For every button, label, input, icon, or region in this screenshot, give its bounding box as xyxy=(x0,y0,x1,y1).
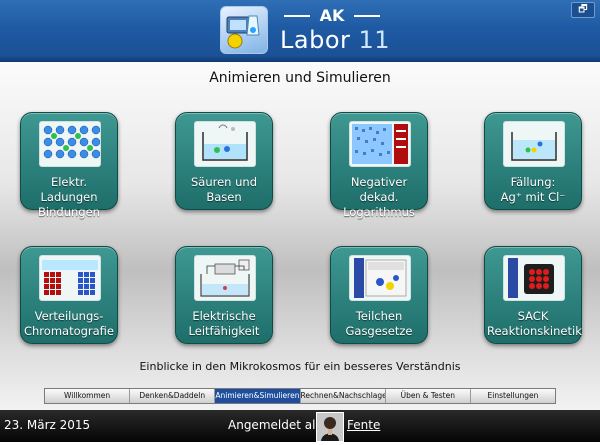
tile-label-line-2: Bindungen xyxy=(38,205,100,219)
app-logo-icon xyxy=(220,6,268,54)
tile-label-line-2: Leitfähigkeit xyxy=(188,324,260,338)
chromatography-icon xyxy=(39,255,101,301)
tile-label-line-1: SACK xyxy=(517,309,549,323)
reaction-kinetics-icon xyxy=(503,255,565,301)
tile-sack-reaktionskinetik[interactable]: SACK Reaktionskinetik xyxy=(484,246,582,344)
tile-label: Elektr. Ladungen Bindungen xyxy=(23,175,115,220)
beaker-icon xyxy=(194,121,256,167)
bottom-tab-bar: Willkommen Denken&Daddeln Animieren&Simu… xyxy=(44,388,556,404)
tile-label-line-1: Elektrische xyxy=(192,309,256,323)
tile-negativer-logarithmus[interactable]: Negativer dekad. Logarithmus xyxy=(330,112,428,219)
tile-label: Säuren und Basen xyxy=(178,175,270,205)
precipitation-icon xyxy=(503,121,565,167)
tile-label-line-2: Basen xyxy=(206,190,242,204)
logo-ak-text: AK xyxy=(282,6,382,25)
logo-version: 11 xyxy=(358,26,391,54)
tagline: Einblicke in den Mikrokosmos für ein bes… xyxy=(139,360,461,373)
tile-verteilungs-chromatografie[interactable]: Verteilungs- Chromatografie xyxy=(20,246,118,344)
tile-label-line-1: Negativer dekad. xyxy=(350,175,408,204)
tab-einstellungen[interactable]: Einstellungen xyxy=(471,389,555,403)
tile-saeuren-basen[interactable]: Säuren und Basen xyxy=(175,112,273,210)
tile-label-line-1: Teilchen xyxy=(355,309,403,323)
tile-label-line-2: Chromatografie xyxy=(23,324,115,338)
gas-particles-icon xyxy=(349,255,411,301)
logo-labor-text: Labor 11 xyxy=(280,26,390,54)
tile-label: Teilchen Gasgesetze xyxy=(333,309,425,339)
logged-in-label: Angemeldet als: xyxy=(228,418,326,432)
tab-rechnen-nachschlagen[interactable]: Rechnen&Nachschlagen xyxy=(301,389,386,403)
tab-willkommen[interactable]: Willkommen xyxy=(45,389,131,403)
user-name-link[interactable]: Fente xyxy=(347,418,380,432)
user-avatar-icon xyxy=(316,412,344,442)
main-area: Animieren und Simulieren Elektr. Ladunge… xyxy=(0,62,600,410)
tile-label-line-1: Fällung: xyxy=(510,175,556,189)
tile-label: Fällung: Ag⁺ mit Cl⁻ xyxy=(487,175,579,205)
tile-label-line-2: Gasgesetze xyxy=(345,324,413,338)
page-title: Animieren und Simulieren xyxy=(209,70,391,86)
tile-label: Elektrische Leitfähigkeit xyxy=(178,309,270,339)
status-date: 23. März 2015 xyxy=(4,418,91,432)
tile-faellung[interactable]: Fällung: Ag⁺ mit Cl⁻ xyxy=(484,112,582,210)
conductivity-icon xyxy=(194,255,256,301)
tile-label-line-2: Reaktionskinetik xyxy=(487,324,582,338)
tile-label-line-2: Logarithmus xyxy=(343,205,415,219)
tile-elektrische-ladungen[interactable]: Elektr. Ladungen Bindungen xyxy=(20,112,118,219)
molecule-grid-icon xyxy=(39,121,101,167)
tab-ueben-testen[interactable]: Üben & Testen xyxy=(386,389,471,403)
tile-label: Negativer dekad. Logarithmus xyxy=(333,175,425,220)
app-header: AK Labor 11 🗗 xyxy=(0,0,600,62)
tab-denken-daddeln[interactable]: Denken&Daddeln xyxy=(130,389,216,403)
tab-animieren-simulieren[interactable]: Animieren&Simulieren xyxy=(215,389,301,403)
tile-elektrische-leitfaehigkeit[interactable]: Elektrische Leitfähigkeit xyxy=(175,246,273,344)
logo-labor-word: Labor xyxy=(280,26,351,54)
tile-label-line-1: Säuren und xyxy=(190,175,257,189)
logarithm-chart-icon xyxy=(349,121,411,167)
restore-window-button[interactable]: 🗗 xyxy=(571,2,595,18)
tile-teilchen-gasgesetze[interactable]: Teilchen Gasgesetze xyxy=(330,246,428,344)
tile-label: SACK Reaktionskinetik xyxy=(487,309,582,339)
tile-label-line-1: Elektr. Ladungen xyxy=(40,175,98,204)
restore-icon: 🗗 xyxy=(578,4,588,15)
status-bar: 23. März 2015 Angemeldet als: Fente xyxy=(0,410,600,442)
tile-label-line-2: Ag⁺ mit Cl⁻ xyxy=(500,190,566,204)
tile-label-line-1: Verteilungs- xyxy=(34,309,104,323)
tile-label: Verteilungs- Chromatografie xyxy=(23,309,115,339)
